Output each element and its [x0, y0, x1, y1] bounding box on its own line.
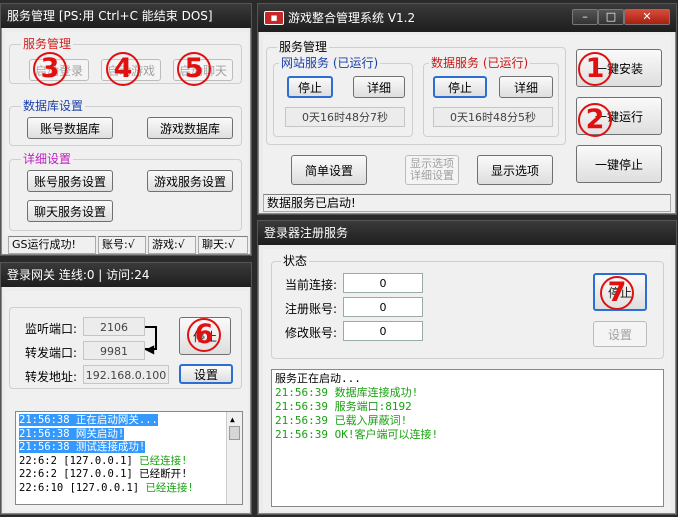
close-button[interactable]: ✕ — [624, 9, 670, 25]
gateway-settings-button[interactable]: 设置 — [179, 364, 233, 384]
forward-port-label: 转发端口: — [25, 346, 78, 360]
log-line: 21:56:39 OK!客户端可以连接! — [275, 428, 439, 441]
annotation-5: 5 — [177, 52, 211, 86]
web-service-label: 网站服务 (已运行) — [279, 56, 381, 70]
current-connections-label: 当前连接: — [285, 278, 338, 292]
register-settings-button[interactable]: 设置 — [593, 321, 647, 347]
window-title: 登录网关 连线:0 | 访问:24 — [7, 268, 150, 282]
show-detail-options-button[interactable]: 显示选项 详细设置 — [405, 155, 459, 185]
log-line: 22:6:2 [127.0.0.1] 已经断开! — [19, 468, 188, 480]
main-manager-window: ■ 游戏整合管理系统 V1.2 – □ ✕ 服务管理 网站服务 (已运行) 停止… — [257, 3, 677, 215]
annotation-7: 7 — [600, 276, 634, 310]
log-line: 22:6:2 [127.0.0.1] 已经连接! — [19, 454, 188, 467]
listen-port-label: 监听端口: — [25, 322, 78, 336]
registered-accounts-field[interactable]: 0 — [343, 297, 423, 317]
modified-accounts-field[interactable]: 0 — [343, 321, 423, 341]
log-line: 21:56:38 测试连接成功! — [19, 441, 146, 453]
log-scrollbar[interactable]: ▲ — [226, 412, 242, 504]
annotation-1: 1 — [578, 52, 612, 86]
account-db-button[interactable]: 账号数据库 — [27, 117, 113, 139]
log-line: 21:56:38 网关启动! — [19, 427, 125, 440]
game-db-button[interactable]: 游戏数据库 — [147, 117, 233, 139]
log-line: 21:56:38 正在启动网关... — [19, 414, 158, 426]
chat-service-settings-button[interactable]: 聊天服务设置 — [27, 200, 113, 222]
display-options-button[interactable]: 显示选项 — [477, 155, 553, 185]
web-uptime: 0天16时48分7秒 — [285, 107, 405, 127]
scroll-up-icon[interactable]: ▲ — [230, 413, 235, 427]
service-group-label: 服务管理 — [21, 37, 74, 51]
status-account: 账号:√ — [98, 236, 146, 254]
window-title: 游戏整合管理系统 V1.2 — [288, 11, 416, 25]
scroll-thumb[interactable] — [229, 426, 240, 440]
forward-address-field[interactable]: 192.168.0.100 — [83, 365, 169, 384]
data-detail-button[interactable]: 详细 — [499, 76, 553, 98]
gateway-titlebar[interactable]: 登录网关 连线:0 | 访问:24 — [1, 263, 251, 287]
one-click-stop-button[interactable]: 一键停止 — [576, 145, 662, 183]
account-service-settings-button[interactable]: 账号服务设置 — [27, 170, 113, 192]
log-line: 21:56:39 数据库连接成功! — [275, 386, 419, 399]
annotation-4: 4 — [106, 52, 140, 86]
app-logo-icon: ■ — [264, 11, 284, 25]
current-connections-field[interactable]: 0 — [343, 273, 423, 293]
registered-accounts-label: 注册账号: — [285, 302, 338, 316]
annotation-6: 6 — [187, 318, 221, 352]
register-log[interactable]: 服务正在启动... 21:56:39 数据库连接成功! 21:56:39 服务端… — [271, 369, 664, 507]
minimize-button[interactable]: – — [572, 9, 598, 25]
arrow-left-icon: ◀ — [145, 342, 155, 356]
status-group-label: 状态 — [281, 254, 310, 268]
main-manager-titlebar[interactable]: ■ 游戏整合管理系统 V1.2 – □ ✕ — [258, 4, 676, 32]
forward-port-field[interactable]: 9981 — [83, 341, 145, 360]
annotation-3: 3 — [33, 52, 67, 86]
web-stop-button[interactable]: 停止 — [287, 76, 333, 98]
window-title: 服务管理 [PS:用 Ctrl+C 能结束 DOS] — [7, 9, 213, 23]
log-line: 22:6:10 [127.0.0.1] 已经连接! — [19, 481, 194, 494]
status-gs: GS运行成功! — [8, 236, 96, 254]
maximize-button[interactable]: □ — [598, 9, 624, 25]
log-line: 21:56:39 服务端口:8192 — [275, 400, 412, 413]
data-uptime: 0天16时48分5秒 — [433, 107, 553, 127]
database-group-label: 数据库设置 — [21, 99, 86, 113]
window-title: 登录器注册服务 — [264, 226, 349, 240]
log-line: 服务正在启动... — [275, 372, 361, 385]
data-service-label: 数据服务 (已运行) — [429, 56, 531, 70]
login-gateway-window: 登录网关 连线:0 | 访问:24 监听端口: 2106 转发端口: 9981 … — [0, 262, 252, 515]
forward-address-label: 转发地址: — [25, 370, 78, 384]
main-service-group-label: 服务管理 — [277, 40, 330, 54]
detail-group-label: 详细设置 — [21, 152, 74, 166]
web-detail-button[interactable]: 详细 — [353, 76, 405, 98]
listen-port-field[interactable]: 2106 — [83, 317, 145, 336]
service-manager-window: 服务管理 [PS:用 Ctrl+C 能结束 DOS] 服务管理 启动登录 启动游… — [0, 3, 252, 256]
annotation-2: 2 — [578, 103, 612, 137]
main-status-bar: 数据服务已启动! — [263, 194, 671, 212]
gateway-log[interactable]: 21:56:38 正在启动网关... 21:56:38 网关启动! 21:56:… — [15, 411, 243, 505]
game-service-settings-button[interactable]: 游戏服务设置 — [147, 170, 233, 192]
simple-settings-button[interactable]: 简单设置 — [291, 155, 367, 185]
data-stop-button[interactable]: 停止 — [433, 76, 487, 98]
modified-accounts-label: 修改账号: — [285, 326, 338, 340]
register-service-window: 登录器注册服务 状态 当前连接: 0 注册账号: 0 修改账号: 0 停止 设置… — [257, 220, 677, 515]
service-manager-titlebar[interactable]: 服务管理 [PS:用 Ctrl+C 能结束 DOS] — [1, 4, 251, 28]
status-chat: 聊天:√ — [198, 236, 248, 254]
log-line: 21:56:39 已载入屏蔽词! — [275, 414, 408, 427]
register-titlebar[interactable]: 登录器注册服务 — [258, 221, 676, 245]
status-game: 游戏:√ — [148, 236, 196, 254]
